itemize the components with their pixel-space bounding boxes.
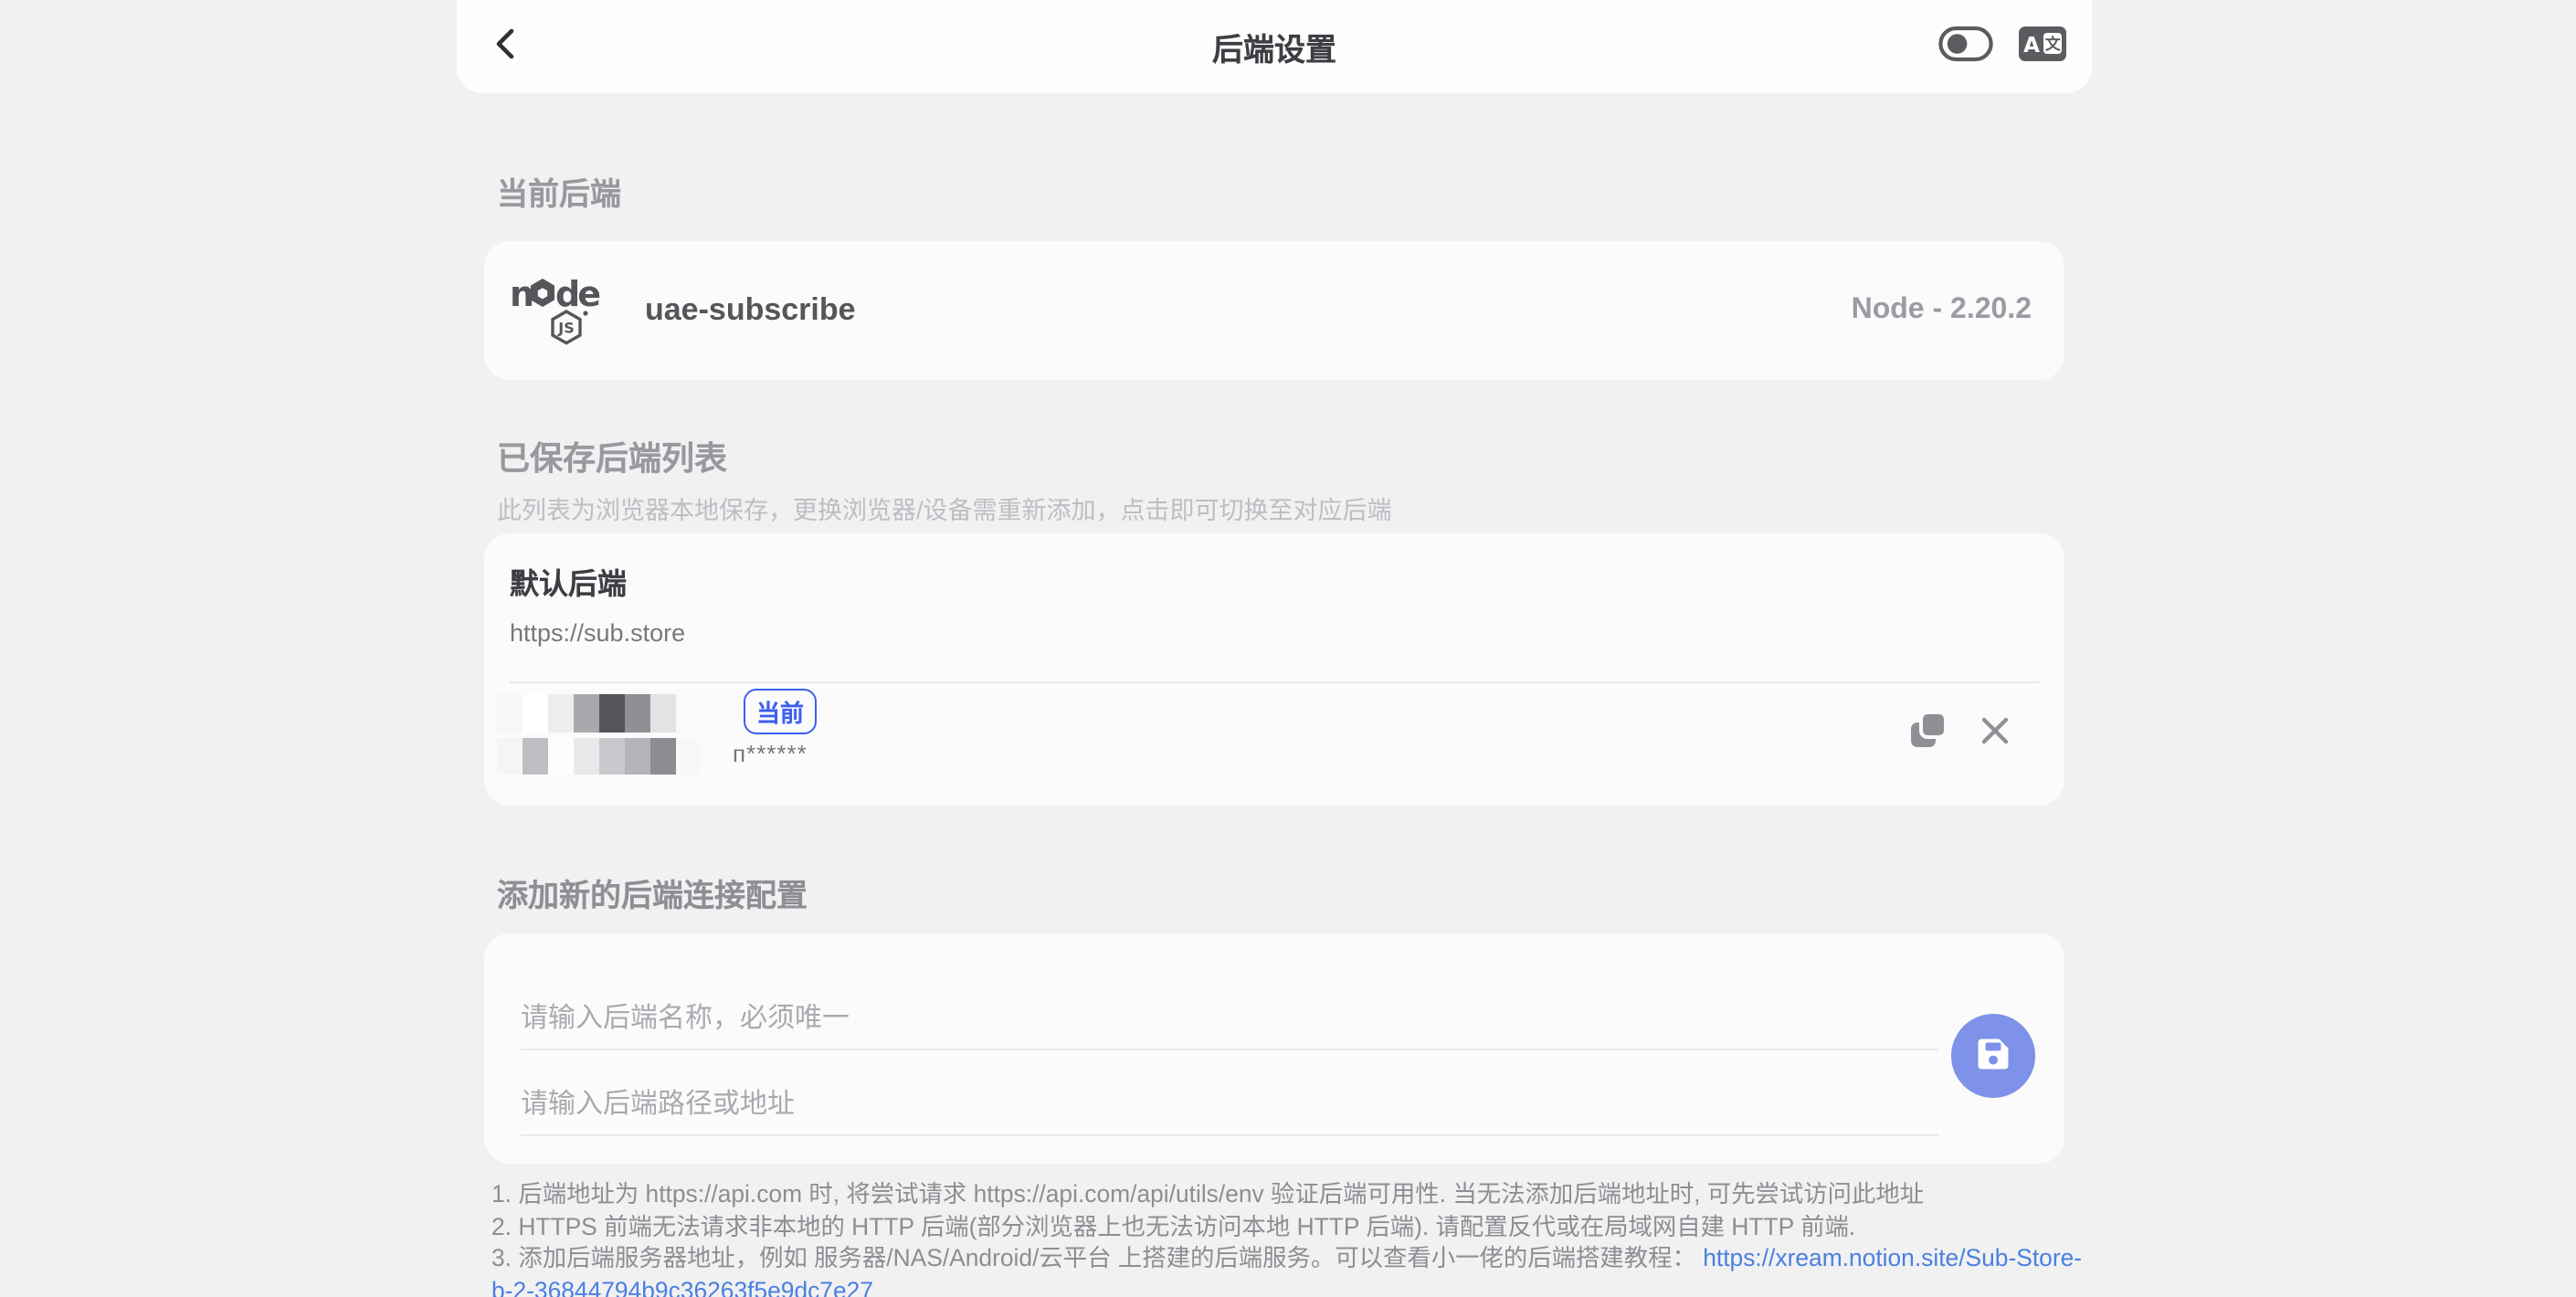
chevron-left-icon	[495, 27, 517, 66]
saved-backend-actions	[1907, 709, 2011, 756]
section-title-add-backend: 添加新的后端连接配置	[497, 870, 808, 915]
backend-notes: 1. 后端地址为 https://api.com 时, 将尝试请求 https:…	[491, 1178, 2081, 1297]
current-backend-version: Node - 2.20.2	[1852, 294, 2032, 327]
svg-text:A: A	[2023, 34, 2040, 58]
back-button[interactable]	[479, 0, 533, 93]
theme-toggle-icon	[1938, 26, 1993, 68]
language-button[interactable]: A 文	[2019, 26, 2066, 68]
svg-text:n: n	[510, 274, 533, 314]
close-icon	[1979, 713, 2011, 752]
svg-text:文: 文	[2045, 35, 2062, 53]
save-backend-button[interactable]	[1951, 1014, 2035, 1098]
input-underline	[521, 1049, 1938, 1050]
page-title: 后端设置	[457, 24, 2092, 69]
current-backend-name: uae-subscribe	[645, 292, 856, 329]
add-backend-card	[484, 933, 2064, 1164]
backend-url-input[interactable]	[521, 1081, 1938, 1125]
saved-backend-url: https://sub.store	[510, 619, 2039, 647]
note-line-4: b-2-36844794b9c36263f5e9dc7e27	[491, 1275, 2081, 1297]
saved-backend-name: 默认后端	[510, 559, 2039, 603]
note-line-1: 1. 后端地址为 https://api.com 时, 将尝试请求 https:…	[491, 1178, 2081, 1210]
copy-backend-button[interactable]	[1907, 709, 1949, 756]
delete-backend-button[interactable]	[1979, 713, 2011, 752]
current-backend-card: n de JS uae-subscribe Node - 2.20.2	[484, 241, 2064, 380]
saved-backend-item-current[interactable]: 当前 п******	[510, 694, 2039, 791]
backend-settings-page: 后端设置 A 文	[0, 0, 2576, 1297]
saved-backends-subtitle: 此列表为浏览器本地保存，更换浏览器/设备需重新添加，点击即可切换至对应后端	[497, 490, 1392, 526]
saved-backend-item-default[interactable]: 默认后端 https://sub.store	[484, 533, 2064, 681]
svg-text:JS: JS	[557, 320, 574, 337]
masked-url-text: п******	[733, 740, 808, 767]
tutorial-link-continued[interactable]: b-2-36844794b9c36263f5e9dc7e27	[491, 1277, 873, 1297]
divider	[510, 681, 2039, 683]
note-line-2: 2. HTTPS 前端无法请求非本地的 HTTP 后端(部分浏览器上也无法访问本…	[491, 1210, 2081, 1242]
backend-name-input[interactable]	[521, 996, 1938, 1039]
section-title-current-backend: 当前后端	[497, 168, 621, 214]
section-title-saved-backends: 已保存后端列表	[497, 433, 727, 480]
input-underline	[521, 1134, 1938, 1136]
current-badge: 当前	[744, 689, 817, 734]
header-actions: A 文	[1938, 0, 2066, 93]
floppy-disk-icon	[1973, 1033, 2013, 1079]
translate-icon: A 文	[2019, 26, 2066, 68]
theme-toggle-button[interactable]	[1938, 26, 1993, 68]
note-line-3: 3. 添加后端服务器地址，例如 服务器/NAS/Android/云平台 上搭建的…	[491, 1243, 2081, 1275]
redacted-backend-url	[497, 738, 702, 775]
nodejs-logo-icon: n de JS	[510, 274, 605, 347]
copy-icon	[1907, 709, 1949, 756]
header-bar: 后端设置 A 文	[457, 0, 2092, 93]
tutorial-link[interactable]: https://xream.notion.site/Sub-Store-	[1703, 1245, 2082, 1272]
saved-backends-card: 默认后端 https://sub.store 当前 п******	[484, 533, 2064, 806]
svg-text:de: de	[555, 274, 599, 314]
redacted-backend-name	[497, 694, 702, 733]
